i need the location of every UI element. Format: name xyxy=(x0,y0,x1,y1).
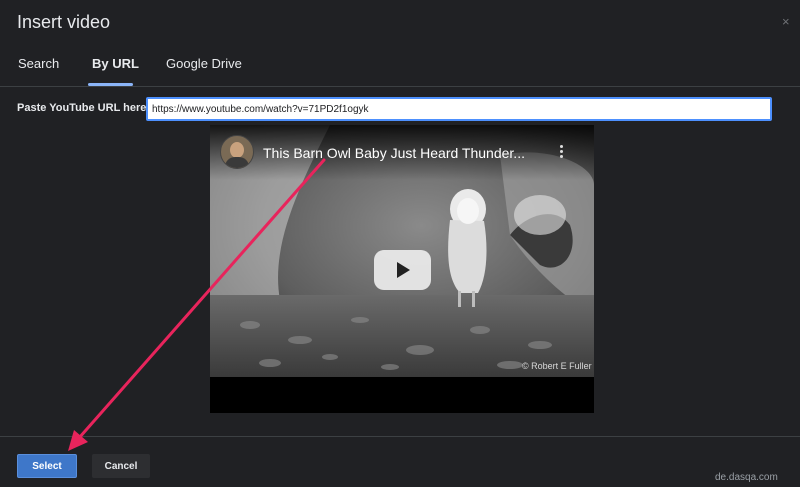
tab-google-drive[interactable]: Google Drive xyxy=(166,56,242,71)
insert-video-dialog: Insert video × Search By URL Google Driv… xyxy=(0,0,800,487)
active-tab-indicator xyxy=(88,83,133,86)
tab-bar: Search By URL Google Drive xyxy=(0,44,800,87)
channel-avatar[interactable] xyxy=(220,135,254,169)
site-watermark: de.dasqa.com xyxy=(715,472,778,483)
more-options-icon[interactable] xyxy=(560,145,564,159)
play-icon[interactable] xyxy=(374,250,431,290)
video-title[interactable]: This Barn Owl Baby Just Heard Thunder... xyxy=(263,145,525,161)
close-icon[interactable]: × xyxy=(782,14,790,29)
youtube-url-input[interactable] xyxy=(146,97,772,121)
dialog-title: Insert video xyxy=(17,12,111,32)
avatar-shirt xyxy=(225,157,249,168)
url-field-label: Paste YouTube URL here: xyxy=(17,102,151,114)
footer-divider xyxy=(0,436,800,437)
avatar-face xyxy=(230,142,244,158)
cancel-button[interactable]: Cancel xyxy=(92,454,150,478)
video-watermark: © Robert E Fuller xyxy=(522,361,592,371)
select-button[interactable]: Select xyxy=(17,454,77,478)
tab-search[interactable]: Search xyxy=(18,56,59,71)
video-preview[interactable]: This Barn Owl Baby Just Heard Thunder...… xyxy=(210,125,594,413)
tab-by-url[interactable]: By URL xyxy=(92,56,139,71)
